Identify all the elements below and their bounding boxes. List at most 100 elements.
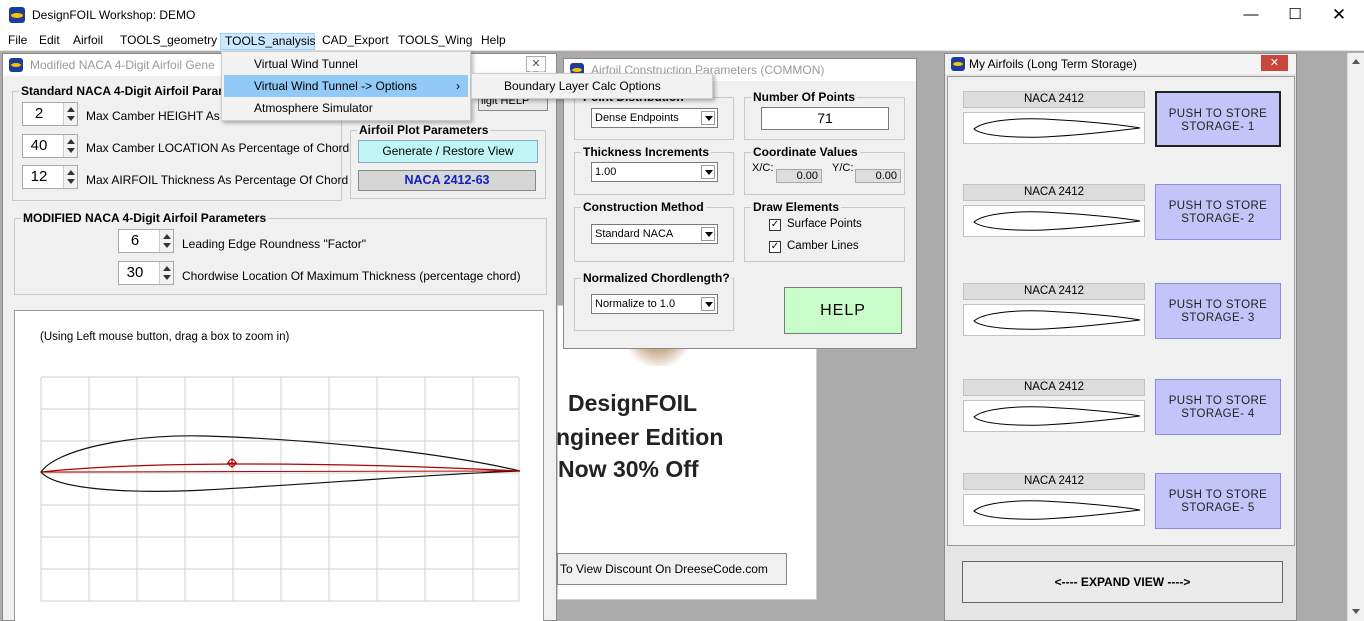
close-button[interactable]: ✕ [1324, 4, 1354, 26]
storage-window: My Airfoils (Long Term Storage) ✕ NACA 2… [944, 53, 1297, 621]
stepper-arrows-icon[interactable] [63, 166, 77, 188]
menu-help[interactable]: Help [477, 33, 510, 50]
ad-edition: ngineer Edition [556, 424, 724, 450]
normalized-value: Normalize to 1.0 [595, 298, 676, 310]
normalized-select[interactable]: Normalize to 1.0 [591, 294, 718, 314]
camber-lines-checkbox[interactable]: ✓ [769, 241, 781, 253]
wind-tunnel-options-submenu: Boundary Layer Calc Options [471, 73, 713, 99]
chevron-down-icon[interactable] [701, 111, 715, 125]
construction-params-window: Airfoil Construction Parameters (COMMON)… [563, 58, 917, 349]
ad-title: DesignFOIL [568, 390, 698, 416]
chord-line [40, 470, 521, 473]
xc-label: X/C: [752, 162, 774, 174]
maximize-button[interactable]: ☐ [1280, 4, 1310, 26]
point-distribution-select[interactable]: Dense Endpoints [591, 108, 718, 128]
stored-airfoil-preview-2[interactable] [963, 205, 1145, 237]
number-of-points-input[interactable]: 71 [761, 107, 889, 130]
surface-points-label: Surface Points [787, 218, 862, 230]
camber-height-stepper[interactable]: 2 [22, 102, 78, 126]
construction-method-label: Construction Method [581, 200, 706, 214]
max-thickness-location-stepper[interactable]: 30 [118, 261, 174, 285]
camber-lines-label: Camber Lines [787, 240, 859, 252]
camber-location-stepper[interactable]: 40 [22, 134, 78, 158]
stored-airfoil-name-1: NACA 2412 [963, 91, 1145, 108]
thickness-label: Max AIRFOIL Thickness As Percentage Of C… [86, 173, 349, 187]
menu-tools-analysis[interactable]: TOOLS_analysis [220, 33, 316, 50]
tools-analysis-menu: Virtual Wind Tunnel Virtual Wind Tunnel … [221, 51, 471, 121]
thickness-stepper[interactable]: 12 [22, 165, 78, 189]
stored-airfoil-preview-1[interactable] [963, 112, 1145, 144]
airfoil-plot-area[interactable]: (Using Left mouse button, drag a box to … [14, 310, 544, 621]
stepper-arrows-icon[interactable] [63, 103, 77, 125]
store-button-4[interactable]: PUSH TO STORE STORAGE- 4 [1155, 379, 1281, 435]
scroll-down-icon[interactable] [1352, 609, 1360, 614]
normalized-label: Normalized Chordlength? [581, 271, 732, 285]
naca-generator-window: Modified NACA 4-Digit Airfoil Gene ✕ Sta… [2, 53, 557, 621]
menu-wind-tunnel-options[interactable]: Virtual Wind Tunnel -> Options › [224, 75, 468, 97]
stored-airfoil-name-3: NACA 2412 [963, 283, 1145, 300]
plot-params-title: Airfoil Plot Parameters [357, 123, 491, 137]
ad-panel: DesignFOIL ngineer Edition Now 30% Off T… [556, 305, 817, 600]
construction-method-value: Standard NACA [595, 228, 674, 240]
app-logo-icon [9, 7, 25, 23]
store-button-5[interactable]: PUSH TO STORE STORAGE- 5 [1155, 473, 1281, 529]
construction-help-button[interactable]: HELP [784, 287, 902, 334]
xc-value: 0.00 [776, 169, 822, 183]
menu-tools-geometry[interactable]: TOOLS_geometry [116, 33, 221, 50]
naca-code-display: NACA 2412-63 [358, 170, 536, 191]
stored-airfoil-preview-4[interactable] [963, 400, 1145, 432]
max-thickness-location-label: Chordwise Location Of Maximum Thickness … [182, 269, 521, 283]
point-distribution-value: Dense Endpoints [595, 112, 679, 124]
menu-airfoil[interactable]: Airfoil [69, 33, 107, 50]
chevron-down-icon[interactable] [701, 227, 715, 241]
plot-grid [40, 376, 520, 602]
stored-airfoil-name-4: NACA 2412 [963, 379, 1145, 396]
draw-elements-label: Draw Elements [751, 200, 842, 214]
leading-edge-stepper[interactable]: 6 [118, 229, 174, 253]
camber-location-label: Max Camber LOCATION As Percentage of Cho… [86, 141, 350, 155]
title-bar: DesignFOIL Workshop: DEMO — ☐ ✕ [0, 0, 1364, 30]
main-scrollbar[interactable] [1347, 53, 1364, 621]
ad-discount-button[interactable]: To View Discount On DreeseCode.com [557, 553, 787, 585]
scroll-up-icon[interactable] [1352, 59, 1360, 64]
thickness-increments-value: 1.00 [595, 166, 617, 178]
stored-airfoil-preview-3[interactable] [963, 304, 1145, 336]
menu-atmosphere-simulator[interactable]: Atmosphere Simulator [224, 97, 468, 119]
minimize-button[interactable]: — [1236, 4, 1266, 26]
stored-airfoil-preview-5[interactable] [963, 494, 1145, 526]
yc-label: Y/C: [832, 162, 854, 174]
surface-points-checkbox[interactable]: ✓ [769, 219, 781, 231]
store-button-2[interactable]: PUSH TO STORE STORAGE- 2 [1155, 184, 1281, 240]
airfoil-plot-svg [40, 376, 521, 602]
menu-bar: File Edit Airfoil TOOLS_geometry TOOLS_a… [0, 30, 1364, 51]
store-button-1[interactable]: PUSH TO STORE STORAGE- 1 [1155, 91, 1281, 147]
storage-window-title: My Airfoils (Long Term Storage) [969, 57, 1137, 71]
menu-tools-wing[interactable]: TOOLS_Wing [394, 33, 476, 50]
storage-close-icon[interactable]: ✕ [1261, 55, 1288, 71]
draw-elements-group: Draw Elements [744, 200, 905, 262]
generate-restore-button[interactable]: Generate / Restore View [358, 140, 538, 163]
stepper-arrows-icon[interactable] [159, 230, 173, 252]
menu-cad-export[interactable]: CAD_Export [318, 33, 393, 50]
app-title: DesignFOIL Workshop: DEMO [32, 8, 196, 22]
expand-view-button[interactable]: <---- EXPAND VIEW ----> [962, 561, 1283, 603]
construction-method-select[interactable]: Standard NACA [591, 224, 718, 244]
stepper-arrows-icon[interactable] [63, 135, 77, 157]
modified-params-title: MODIFIED NACA 4-Digit Airfoil Parameters [21, 211, 269, 225]
menu-boundary-layer-options[interactable]: Boundary Layer Calc Options [474, 75, 710, 97]
thickness-increments-select[interactable]: 1.00 [591, 162, 718, 182]
menu-virtual-wind-tunnel[interactable]: Virtual Wind Tunnel [224, 53, 468, 75]
submenu-chevron-icon: › [456, 79, 460, 93]
store-button-3[interactable]: PUSH TO STORE STORAGE- 3 [1155, 283, 1281, 339]
stepper-arrows-icon[interactable] [159, 262, 173, 284]
menu-edit[interactable]: Edit [35, 33, 64, 50]
chevron-down-icon[interactable] [701, 165, 715, 179]
stored-airfoil-name-5: NACA 2412 [963, 473, 1145, 490]
coordinate-values-label: Coordinate Values [751, 145, 860, 159]
number-of-points-label: Number Of Points [751, 90, 858, 104]
chevron-down-icon[interactable] [701, 297, 715, 311]
window-logo-icon [951, 57, 965, 71]
leading-edge-label: Leading Edge Roundness "Factor" [182, 237, 366, 251]
menu-file[interactable]: File [4, 33, 31, 50]
naca-window-title: Modified NACA 4-Digit Airfoil Gene [30, 58, 215, 72]
